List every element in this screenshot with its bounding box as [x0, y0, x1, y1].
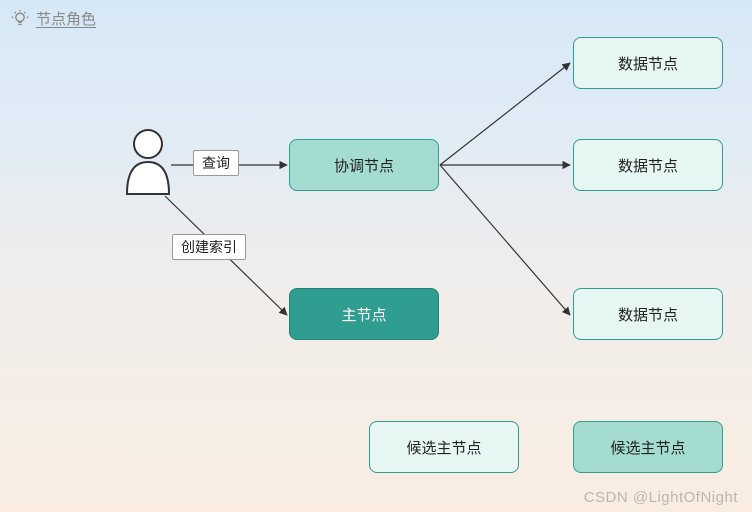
diagram-title: 节点角色 — [36, 8, 96, 29]
node-label: 主节点 — [341, 304, 386, 325]
node-master: 主节点 — [289, 288, 439, 340]
edge-label-create-index: 创建索引 — [172, 234, 246, 260]
node-label: 数据节点 — [618, 304, 678, 325]
lightbulb-icon — [10, 9, 30, 29]
node-data-3: 数据节点 — [573, 288, 723, 340]
node-data-1: 数据节点 — [573, 37, 723, 89]
node-label: 数据节点 — [618, 53, 678, 74]
node-label: 候选主节点 — [610, 437, 685, 458]
node-data-2: 数据节点 — [573, 139, 723, 191]
node-label: 数据节点 — [618, 155, 678, 176]
user-icon — [123, 128, 173, 201]
watermark: CSDN @LightOfNight — [584, 489, 738, 506]
edge-label-query: 查询 — [193, 150, 239, 176]
node-label: 协调节点 — [334, 155, 394, 176]
node-candidate-1: 候选主节点 — [369, 421, 519, 473]
node-candidate-2: 候选主节点 — [573, 421, 723, 473]
node-label: 候选主节点 — [406, 437, 481, 458]
diagram-title-area: 节点角色 — [10, 8, 96, 29]
node-coordinator: 协调节点 — [289, 139, 439, 191]
